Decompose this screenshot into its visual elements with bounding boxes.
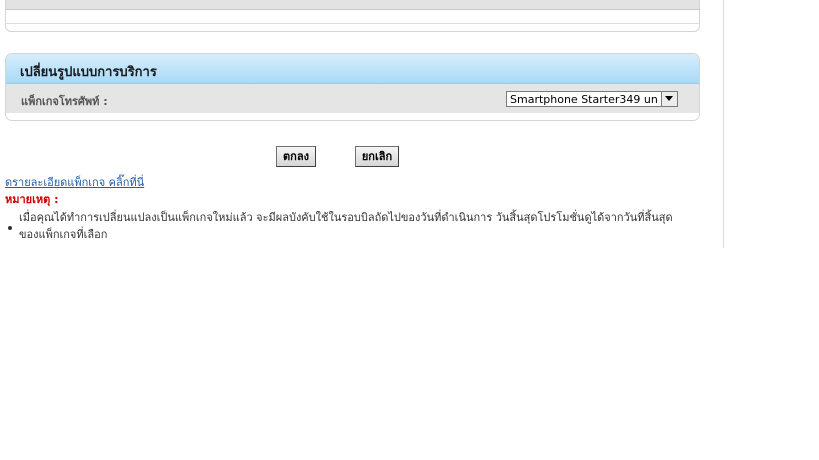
right-divider — [723, 0, 724, 248]
note-item: เมื่อคุณได้ทำการเปลี่ยนแปลงเป็นแพ็กเกจให… — [19, 211, 673, 241]
previous-panel — [5, 0, 700, 32]
panel-title: เปลี่ยนรูปแบบการบริการ — [20, 65, 157, 80]
package-select-value: Smartphone Starter349 unlimit — [510, 93, 658, 106]
cancel-button[interactable]: ยกเลิก — [355, 146, 399, 167]
service-change-panel: เปลี่ยนรูปแบบการบริการ แพ็กเกจโทรศัพท์ :… — [5, 53, 700, 121]
package-label: แพ็กเกจโทรศัพท์ : — [21, 95, 108, 108]
bullet-icon — [8, 226, 12, 230]
package-select[interactable]: Smartphone Starter349 unlimit — [506, 91, 678, 107]
note-title: หมายเหตุ : — [5, 193, 59, 206]
ok-button[interactable]: ตกลง — [276, 146, 316, 167]
package-row: แพ็กเกจโทรศัพท์ : Smartphone Starter349 … — [6, 84, 699, 113]
previous-panel-row — [6, 10, 699, 24]
chevron-down-icon — [665, 96, 673, 101]
select-dropdown-button[interactable] — [661, 92, 677, 106]
package-detail-link[interactable]: ดรายละเอียดแพ็กเกจ คลิ๊กที่นี่ — [5, 173, 144, 191]
previous-panel-bar — [6, 0, 699, 10]
panel-header: เปลี่ยนรูปแบบการบริการ — [6, 54, 699, 84]
